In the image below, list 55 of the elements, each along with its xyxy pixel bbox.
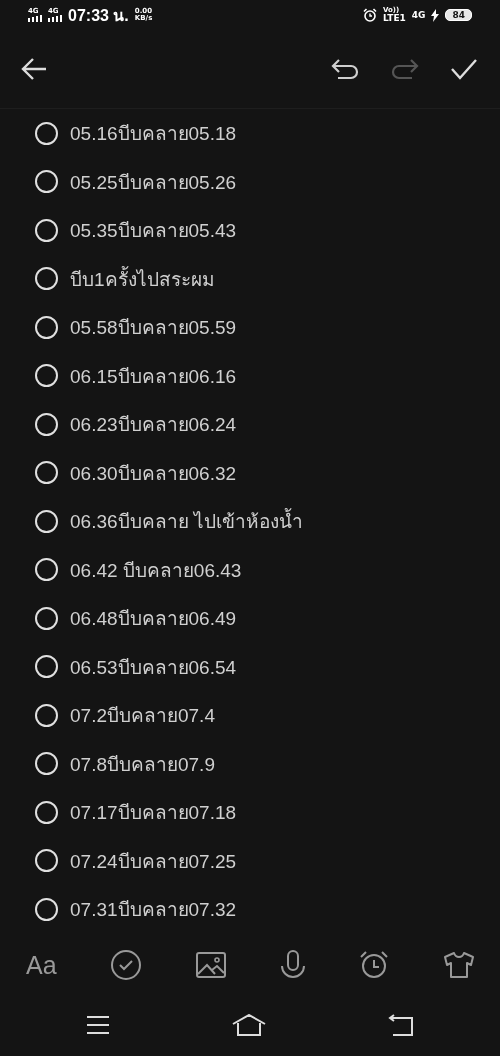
checklist-item: 07.17บีบคลาย07.18 <box>70 801 237 826</box>
checklist-item: 06.23บีบคลาย06.24 <box>70 413 237 438</box>
checklist-item: 07.2บีบคลาย07.4 <box>70 704 215 729</box>
checklist-item: บีบ1ครั้งไปสระผม <box>70 265 215 292</box>
lte-label: LTE1 <box>383 14 406 23</box>
checkbox[interactable] <box>35 364 58 388</box>
microphone-icon[interactable] <box>279 950 306 980</box>
checklist-item: 07.8บีบคลาย07.9 <box>70 752 215 777</box>
back-arrow-icon[interactable] <box>20 57 48 81</box>
checklist-item: 07.31บีบคลาย07.32 <box>70 898 237 923</box>
image-icon[interactable] <box>195 952 226 978</box>
redo-icon[interactable] <box>390 57 420 81</box>
checkbox[interactable] <box>35 412 58 436</box>
alarm-icon <box>363 8 377 22</box>
t-shirt-icon[interactable] <box>442 951 475 979</box>
checklist-item: 05.16บีบคลาย05.18 <box>70 122 237 147</box>
checkbox[interactable] <box>35 897 58 921</box>
signal-icon <box>48 15 62 22</box>
undo-icon[interactable] <box>330 57 360 81</box>
checkmark-circle-icon[interactable] <box>110 949 143 981</box>
checkbox[interactable] <box>35 849 58 873</box>
clock-time: 07:33 น. <box>68 5 129 26</box>
checkbox[interactable] <box>35 606 58 630</box>
checkbox[interactable] <box>35 655 58 679</box>
checkbox[interactable] <box>35 315 58 339</box>
checkbox[interactable] <box>35 558 58 582</box>
charging-icon <box>431 8 440 22</box>
home-icon[interactable] <box>232 1014 266 1036</box>
alarm-clock-icon[interactable] <box>359 950 390 980</box>
checkbox[interactable] <box>35 800 58 824</box>
menu-icon[interactable] <box>86 1015 110 1035</box>
checkbox[interactable] <box>35 267 58 291</box>
font-button[interactable]: Aa <box>26 950 57 980</box>
back-icon[interactable] <box>388 1014 414 1036</box>
check-icon[interactable] <box>450 57 478 81</box>
checklist-item: 06.53บีบคลาย06.54 <box>70 655 237 680</box>
checkbox[interactable] <box>35 121 58 145</box>
checklist-item: 06.48บีบคลาย06.49 <box>70 607 237 632</box>
checklist-item: 05.58บีบคลาย05.59 <box>70 316 237 341</box>
checklist-item: 07.24บีบคลาย07.25 <box>70 849 237 874</box>
checkbox[interactable] <box>35 170 58 194</box>
checklist-item: 05.35บีบคลาย05.43 <box>70 219 237 244</box>
checkbox[interactable] <box>35 509 58 533</box>
network-label: 4G <box>411 10 426 20</box>
checkbox[interactable] <box>35 218 58 242</box>
checklist-item: 06.42 บีบคลาย06.43 <box>70 558 242 583</box>
checklist-item: 05.25บีบคลาย05.26 <box>70 170 237 195</box>
battery-icon: 84 <box>445 9 472 21</box>
checkbox[interactable] <box>35 703 58 727</box>
checklist-item: 06.15บีบคลาย06.16 <box>70 364 237 389</box>
checkbox[interactable] <box>35 752 58 776</box>
checklist-item: 06.36บีบคลาย ไปเข้าห้องน้ำ <box>70 506 303 537</box>
checklist-item: 06.30บีบคลาย06.32 <box>70 461 237 486</box>
signal-icon <box>28 15 42 22</box>
checkbox[interactable] <box>35 461 58 485</box>
